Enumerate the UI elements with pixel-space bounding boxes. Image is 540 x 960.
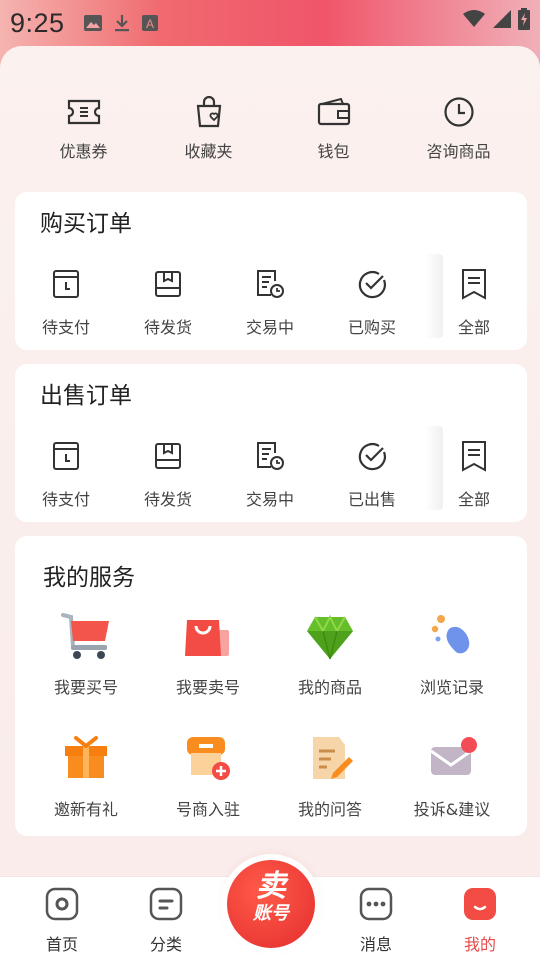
clock-icon: [443, 97, 474, 127]
status-time: 9:25: [10, 7, 65, 38]
order-label: 待支付: [41, 318, 90, 337]
order-label: 已购买: [347, 318, 396, 337]
quick-link-favorites[interactable]: 收藏夹: [146, 90, 271, 180]
order-pending-payment[interactable]: 待支付: [15, 436, 117, 516]
buy-orders-card: 购买订单 待支付 待发货 交易中 已购买 全部: [15, 192, 527, 350]
order-label: 全部: [457, 490, 490, 509]
services-card: 我的服务 我要买号 我要卖号 我的商品 浏览记录 邀新有礼 号商入驻 我的问答 …: [15, 536, 527, 836]
check-circle-icon: [358, 271, 386, 299]
service-feedback[interactable]: 投诉&建议: [391, 730, 513, 852]
order-pending-shipment[interactable]: 待发货: [117, 436, 219, 516]
all-orders-icon: [462, 269, 486, 300]
service-my-qa[interactable]: 我的问答: [269, 730, 391, 852]
signal-icon: [493, 10, 511, 28]
quick-link-label: 钱包: [317, 142, 350, 161]
tab-label: 我的: [463, 935, 496, 954]
svg-text:A: A: [146, 17, 154, 31]
shopping-cart-icon: [61, 613, 109, 659]
app-notification-icon: A: [141, 15, 158, 31]
order-purchased[interactable]: 已购买: [321, 264, 423, 344]
services-title: 我的服务: [43, 565, 135, 591]
message-icon: [359, 887, 393, 921]
gem-icon: [307, 614, 353, 660]
tab-mine[interactable]: 我的: [440, 887, 520, 955]
coupon-icon: [67, 99, 100, 125]
order-label: 待发货: [143, 490, 192, 509]
profile-icon: [464, 888, 496, 920]
favorites-bag-icon: [196, 96, 221, 128]
pending-shipment-icon: [155, 271, 181, 297]
sell-orders-title: 出售订单: [40, 383, 132, 409]
gift-icon: [65, 736, 107, 778]
history-icon: [431, 615, 470, 654]
order-in-transaction[interactable]: 交易中: [219, 436, 321, 516]
wifi-icon: [463, 10, 485, 27]
category-icon: [149, 887, 183, 921]
service-label: 我要卖号: [175, 678, 240, 697]
quick-link-coupon[interactable]: 优惠券: [21, 90, 146, 180]
qa-notepad-icon: [313, 737, 353, 779]
service-label: 我要买号: [53, 678, 118, 697]
status-bar: 9:25 A: [0, 0, 540, 46]
quick-link-wallet[interactable]: 钱包: [271, 90, 396, 180]
quick-link-label: 收藏夹: [184, 142, 233, 161]
service-sell-account[interactable]: 我要卖号: [147, 608, 269, 730]
order-label: 待支付: [41, 490, 90, 509]
service-label: 投诉&建议: [413, 800, 491, 819]
center-button-line2: 账号: [253, 903, 289, 924]
order-all[interactable]: 全部: [423, 264, 525, 344]
order-label: 已出售: [347, 490, 396, 509]
tab-label: 首页: [45, 935, 78, 954]
order-sold[interactable]: 已出售: [321, 436, 423, 516]
home-icon: [45, 887, 79, 921]
quick-link-label: 优惠券: [59, 142, 108, 161]
order-pending-payment[interactable]: 待支付: [15, 264, 117, 344]
service-browse-history[interactable]: 浏览记录: [391, 608, 513, 730]
quick-link-label: 咨询商品: [426, 142, 491, 161]
shopping-bag-icon: [185, 620, 229, 656]
order-label: 待发货: [143, 318, 192, 337]
tab-messages[interactable]: 消息: [336, 887, 416, 955]
service-label: 浏览记录: [419, 678, 484, 697]
service-label: 我的问答: [297, 800, 362, 819]
service-label: 号商入驻: [175, 800, 240, 819]
tab-home[interactable]: 首页: [22, 887, 102, 955]
in-transaction-icon: [257, 442, 284, 470]
order-all[interactable]: 全部: [423, 436, 525, 516]
service-label: 我的商品: [297, 678, 362, 697]
order-label: 交易中: [245, 318, 294, 337]
tab-category[interactable]: 分类: [126, 887, 206, 955]
store-icon: [187, 737, 230, 780]
tab-label: 消息: [359, 935, 392, 954]
feedback-mail-icon: [430, 737, 477, 775]
tab-label: 分类: [149, 935, 182, 954]
quick-link-consult[interactable]: 咨询商品: [396, 90, 521, 180]
pending-payment-icon: [53, 442, 79, 470]
order-label: 全部: [457, 318, 490, 337]
order-pending-shipment[interactable]: 待发货: [117, 264, 219, 344]
gallery-notification-icon: [83, 15, 102, 31]
all-orders-icon: [462, 441, 486, 472]
service-invite-gift[interactable]: 邀新有礼: [25, 730, 147, 852]
center-button-line1: 卖: [256, 869, 286, 904]
service-buy-account[interactable]: 我要买号: [25, 608, 147, 730]
battery-icon: [518, 8, 530, 30]
sell-account-center-button[interactable]: 卖 账号: [227, 860, 315, 948]
service-label: 邀新有礼: [53, 800, 118, 819]
buy-orders-title: 购买订单: [40, 211, 132, 237]
download-notification-icon: [114, 15, 129, 32]
service-my-goods[interactable]: 我的商品: [269, 608, 391, 730]
quick-links: 优惠券 收藏夹 钱包 咨询商品: [0, 90, 540, 180]
pending-shipment-icon: [155, 443, 181, 469]
in-transaction-icon: [257, 270, 284, 298]
order-label: 交易中: [245, 490, 294, 509]
check-circle-icon: [358, 443, 386, 471]
service-merchant-join[interactable]: 号商入驻: [147, 730, 269, 852]
order-in-transaction[interactable]: 交易中: [219, 264, 321, 344]
sell-orders-card: 出售订单 待支付 待发货 交易中 已出售 全部: [15, 364, 527, 522]
wallet-icon: [317, 98, 350, 126]
pending-payment-icon: [53, 270, 79, 298]
